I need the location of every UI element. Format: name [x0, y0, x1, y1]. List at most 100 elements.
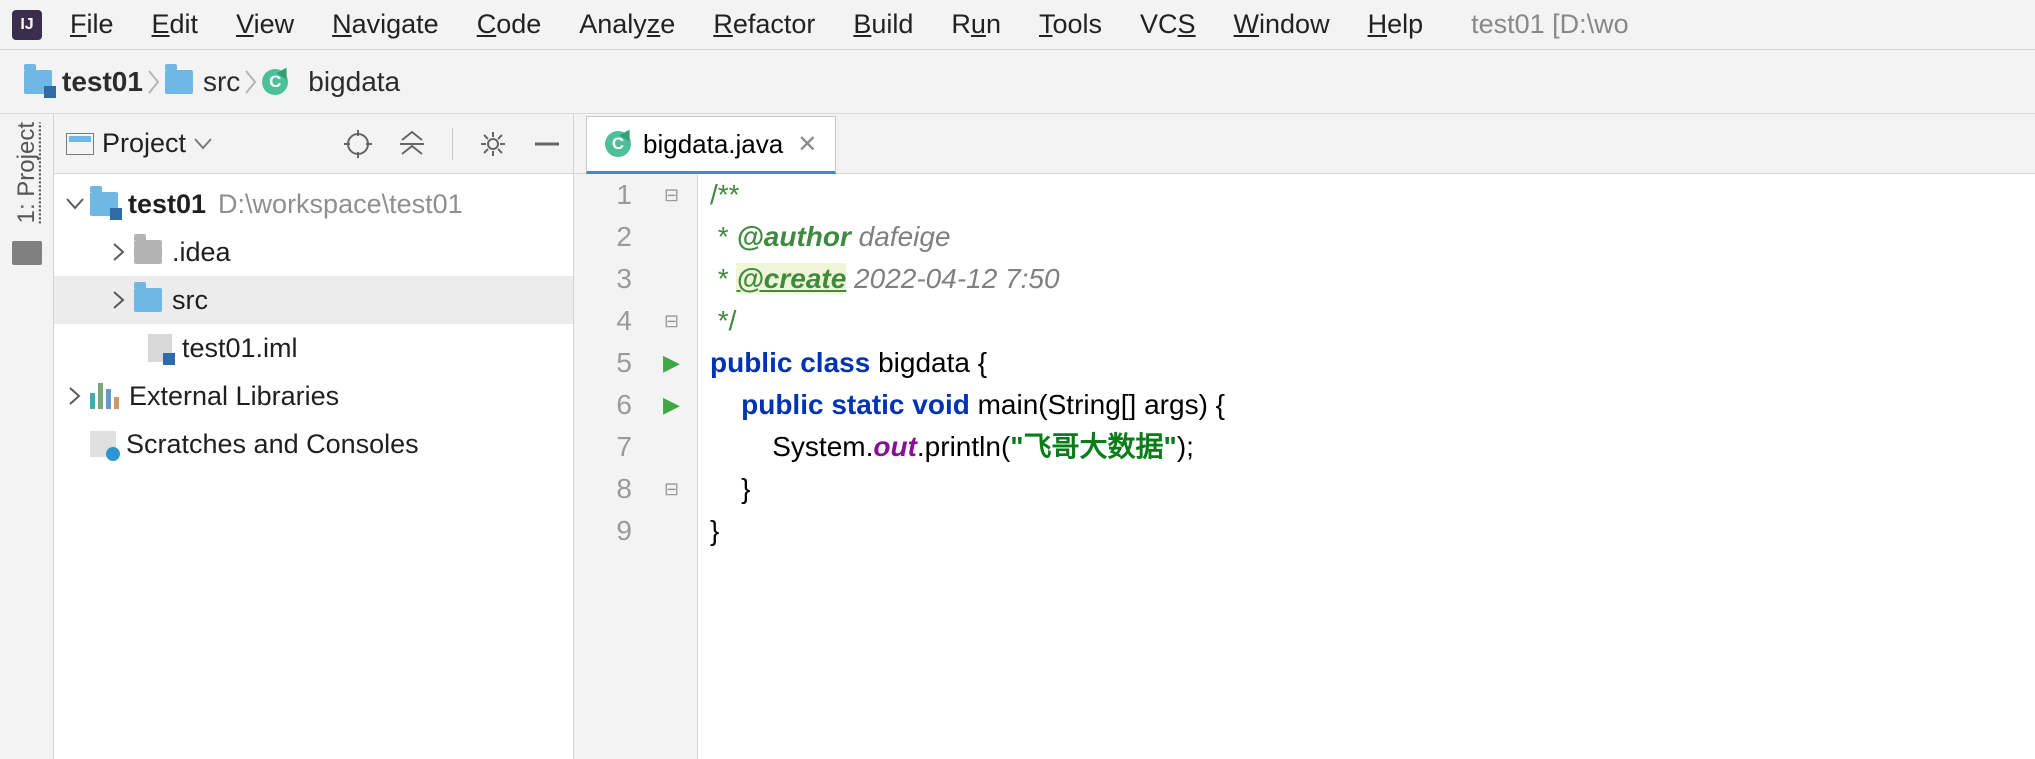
tree-root-path: D:\workspace\test01 [218, 189, 463, 220]
code-text: public static void [741, 389, 977, 420]
tree-ext-label: External Libraries [129, 381, 339, 412]
menu-bar: IJ File Edit View Navigate Code Analyze … [0, 0, 2035, 50]
code-lines[interactable]: /** * @author dafeige * @create 2022-04-… [698, 174, 2035, 759]
editor-tabs: C bigdata.java ✕ [574, 114, 2035, 174]
code-text: bigdata { [878, 347, 987, 378]
code-text: @create [736, 263, 846, 294]
menu-navigate[interactable]: Navigate [332, 9, 439, 40]
fold-icon[interactable]: ⊟ [646, 300, 697, 342]
menu-view[interactable]: View [236, 9, 294, 40]
code-text: */ [710, 305, 736, 336]
menu-build[interactable]: Build [853, 9, 913, 40]
breadcrumb-root-label: test01 [62, 66, 143, 98]
gear-icon[interactable] [479, 130, 507, 158]
run-icon[interactable]: ▶ [646, 342, 697, 384]
menu-code[interactable]: Code [477, 9, 542, 40]
editor-tab[interactable]: C bigdata.java ✕ [586, 116, 836, 174]
left-tool-strip: 1: Project [0, 114, 54, 759]
tree-iml-label: test01.iml [182, 333, 298, 364]
project-tree: test01 D:\workspace\test01 .idea src tes… [54, 174, 573, 468]
menu-window[interactable]: Window [1234, 9, 1330, 40]
menu-help[interactable]: Help [1368, 9, 1424, 40]
code-area[interactable]: 123456789 ⊟ ⊟ ▶ ▶ ⊟ /** * @author dafeig… [574, 174, 2035, 759]
code-text: 2022-04-12 7:50 [846, 263, 1059, 294]
menu-edit[interactable]: Edit [152, 9, 199, 40]
project-view-icon [66, 133, 94, 155]
menu-vcs[interactable]: VCS [1140, 9, 1196, 40]
code-text: main(String[] args) { [978, 389, 1225, 420]
library-icon [90, 383, 119, 409]
fold-icon[interactable]: ⊟ [646, 468, 697, 510]
breadcrumb-src-label: src [203, 66, 240, 98]
chevron-right-icon[interactable] [104, 243, 134, 261]
tree-scratch-label: Scratches and Consoles [126, 429, 419, 460]
code-text: ); [1177, 431, 1194, 462]
run-icon[interactable]: ▶ [646, 384, 697, 426]
scratch-icon [90, 431, 116, 457]
code-text: /** [710, 179, 740, 210]
chevron-right-icon [240, 62, 262, 102]
app-logo-icon: IJ [12, 10, 42, 40]
code-text: "飞哥大数据" [1010, 431, 1177, 462]
chevron-right-icon [143, 62, 165, 102]
tree-external-libs[interactable]: External Libraries [54, 372, 573, 420]
file-icon [148, 334, 172, 362]
main-body: 1: Project Project test01 D:\workspace\t… [0, 114, 2035, 759]
menu-run[interactable]: Run [951, 9, 1001, 40]
tree-root[interactable]: test01 D:\workspace\test01 [54, 180, 573, 228]
chevron-down-icon[interactable] [60, 198, 90, 210]
locate-icon[interactable] [344, 130, 372, 158]
marker-gutter: ⊟ ⊟ ▶ ▶ ⊟ [646, 174, 698, 759]
chevron-right-icon[interactable] [104, 291, 134, 309]
dropdown-icon[interactable] [194, 138, 212, 150]
breadcrumb: test01 src C bigdata [0, 50, 2035, 114]
project-tool-button[interactable]: 1: Project [13, 122, 41, 223]
minimize-icon[interactable] [533, 141, 561, 147]
code-text: @author [736, 221, 850, 252]
tree-idea-label: .idea [172, 237, 231, 268]
module-icon [24, 70, 52, 94]
line-number-gutter: 123456789 [574, 174, 646, 759]
module-icon [90, 192, 118, 216]
tree-scratches[interactable]: Scratches and Consoles [54, 420, 573, 468]
tree-iml[interactable]: test01.iml [54, 324, 573, 372]
tree-root-label: test01 [128, 189, 206, 220]
tree-src-label: src [172, 285, 208, 316]
code-text: * [710, 263, 736, 294]
breadcrumb-root[interactable]: test01 [24, 66, 143, 98]
code-text: dafeige [851, 221, 951, 252]
separator [452, 128, 453, 160]
collapse-all-icon[interactable] [398, 130, 426, 158]
code-text: .println( [917, 431, 1010, 462]
menu-file[interactable]: File [70, 9, 114, 40]
folder-icon [165, 70, 193, 94]
project-panel-title[interactable]: Project [102, 128, 186, 159]
breadcrumb-src[interactable]: src [165, 66, 240, 98]
chevron-right-icon[interactable] [60, 387, 90, 405]
tree-idea[interactable]: .idea [54, 228, 573, 276]
editor: C bigdata.java ✕ 123456789 ⊟ ⊟ ▶ ▶ ⊟ /**… [574, 114, 2035, 759]
folder-icon [134, 240, 162, 264]
code-text: out [873, 431, 917, 462]
tree-src[interactable]: src [54, 276, 573, 324]
fold-icon[interactable]: ⊟ [646, 174, 697, 216]
breadcrumb-class-label: bigdata [308, 66, 400, 98]
code-text: } [710, 515, 719, 546]
project-strip-icon [12, 241, 42, 265]
code-text: System. [772, 431, 873, 462]
class-icon: C [262, 69, 288, 95]
menu-analyze[interactable]: Analyze [579, 9, 675, 40]
close-icon[interactable]: ✕ [797, 130, 817, 159]
editor-tab-label: bigdata.java [643, 129, 783, 160]
window-title-suffix: test01 [D:\wo [1471, 9, 1629, 40]
folder-icon [134, 288, 162, 312]
code-text: public class [710, 347, 878, 378]
menu-refactor[interactable]: Refactor [713, 9, 815, 40]
breadcrumb-class[interactable]: C bigdata [262, 66, 400, 98]
class-icon: C [605, 131, 631, 157]
code-text: * [710, 221, 736, 252]
project-panel-header: Project [54, 114, 573, 174]
code-text: } [741, 473, 750, 504]
menu-tools[interactable]: Tools [1039, 9, 1102, 40]
project-panel: Project test01 D:\workspace\test01 [54, 114, 574, 759]
